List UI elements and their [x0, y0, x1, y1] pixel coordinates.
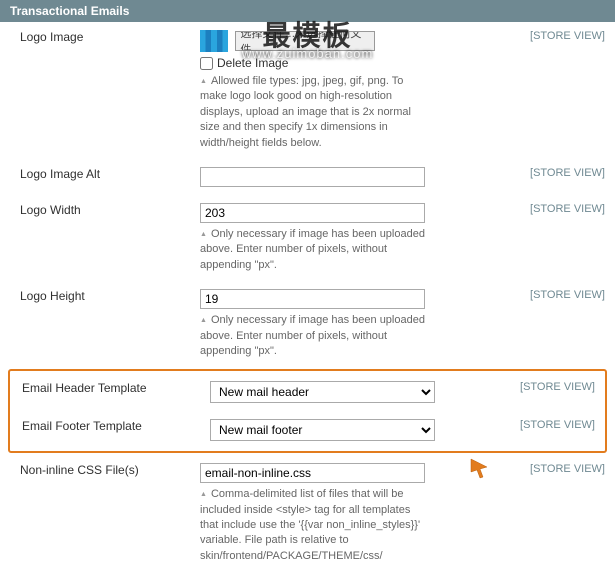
label-header-template: Email Header Template [10, 377, 210, 399]
scope-logo-width: [STORE VIEW] [505, 199, 615, 219]
label-noninline-css: Non-inline CSS File(s) [0, 459, 200, 481]
row-logo-width: Logo Width Only necessary if image has b… [0, 195, 615, 281]
highlight-box: Email Header Template New mail header [S… [8, 369, 607, 453]
label-logo-height: Logo Height [0, 285, 200, 307]
label-logo-image: Logo Image [0, 26, 200, 48]
scope-noninline-css: [STORE VIEW] [505, 459, 615, 479]
scope-logo-image: [STORE VIEW] [505, 26, 615, 46]
logo-alt-input[interactable] [200, 167, 425, 187]
scope-logo-alt: [STORE VIEW] [505, 163, 615, 183]
noninline-css-note: Comma-delimited list of files that will … [200, 487, 425, 564]
logo-width-input[interactable] [200, 203, 425, 223]
label-logo-alt: Logo Image Alt [0, 163, 200, 185]
delete-image-checkbox[interactable] [200, 57, 213, 70]
row-noninline-css: Non-inline CSS File(s) Comma-delimited l… [0, 455, 615, 572]
noninline-css-input[interactable] [200, 463, 425, 483]
logo-image-note: Allowed file types: jpg, jpeg, gif, png.… [200, 74, 425, 151]
row-footer-template: Email Footer Template New mail footer [S… [10, 411, 605, 449]
logo-width-note: Only necessary if image has been uploade… [200, 227, 425, 273]
footer-template-select[interactable]: New mail footer [210, 419, 435, 441]
row-logo-height: Logo Height Only necessary if image has … [0, 281, 615, 367]
label-logo-width: Logo Width [0, 199, 200, 221]
logo-preview[interactable] [200, 30, 228, 52]
delete-image-label: Delete Image [217, 56, 288, 70]
section-header[interactable]: Transactional Emails [0, 0, 615, 22]
header-template-select[interactable]: New mail header [210, 381, 435, 403]
logo-file-input[interactable]: 选择文件…未选择任何文件 [235, 31, 375, 51]
form-table: Logo Image 选择文件…未选择任何文件 Delete Image All… [0, 22, 615, 572]
logo-height-input[interactable] [200, 289, 425, 309]
row-logo-image: Logo Image 选择文件…未选择任何文件 Delete Image All… [0, 22, 615, 159]
scope-header-template: [STORE VIEW] [495, 377, 605, 397]
scope-logo-height: [STORE VIEW] [505, 285, 615, 305]
row-logo-alt: Logo Image Alt [STORE VIEW] [0, 159, 615, 195]
row-header-template: Email Header Template New mail header [S… [10, 373, 605, 411]
logo-height-note: Only necessary if image has been uploade… [200, 313, 425, 359]
label-footer-template: Email Footer Template [10, 415, 210, 437]
scope-footer-template: [STORE VIEW] [495, 415, 605, 435]
logo-preview-image [200, 30, 228, 52]
